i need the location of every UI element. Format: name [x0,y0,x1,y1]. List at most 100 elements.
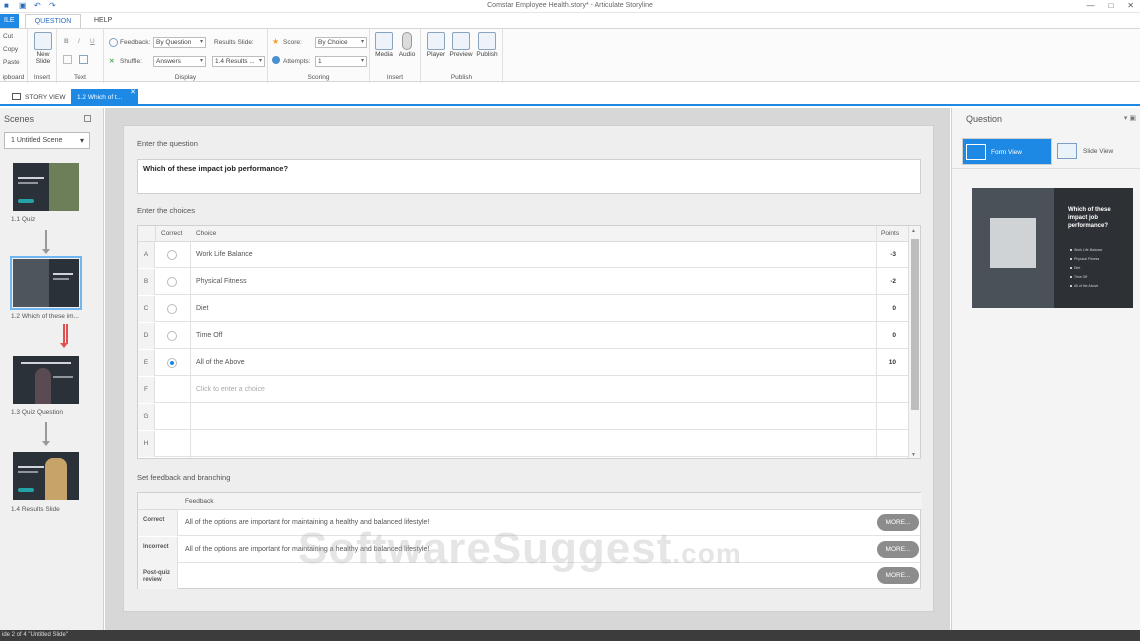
close-icon[interactable]: ✕ [1127,1,1134,10]
more-button[interactable]: MORE... [877,541,919,558]
choice-points[interactable]: -3 [890,251,896,258]
feedback-text[interactable]: All of the options are important for mai… [185,519,429,526]
choice-text[interactable]: Work Life Balance [196,251,253,258]
preview-photo [972,188,1054,308]
thumbnail-title [21,362,71,364]
choice-row[interactable]: C Diet 0 [138,296,908,322]
cut-button[interactable]: Cut [3,33,13,40]
attempts-dropdown[interactable]: 1 [315,56,367,67]
choice-text[interactable]: Time Off [196,332,222,339]
format-painter-icon[interactable] [79,55,88,64]
maximize-icon[interactable]: □ [1108,1,1113,10]
feedback-dropdown[interactable]: By Question [153,37,206,48]
question-section-label: Enter the question [137,139,198,148]
scroll-up-icon[interactable]: ▲ [911,228,916,234]
shuffle-dropdown[interactable]: Answers [153,56,206,67]
attempts-label: Attempts: [283,58,311,65]
panel-controls[interactable]: ▾ ▣ [1124,114,1136,122]
form-view-button[interactable]: Form View [962,138,1052,165]
thumbnail-button [18,199,34,203]
choice-points[interactable]: 0 [892,305,896,312]
feedback-row-label: Post-quiz review [138,563,178,589]
results-slide-label: Results Slide: [214,39,254,46]
choice-row[interactable]: E All of the Above 10 [138,350,908,376]
thumbnail-image [49,163,79,211]
feedback-text[interactable]: All of the options are important for mai… [185,546,429,553]
choice-placeholder[interactable]: Click to enter a choice [196,386,265,393]
choice-row[interactable]: A Work Life Balance -3 [138,242,908,268]
story-view-label: STORY VIEW [25,94,66,101]
slide-thumbnail[interactable] [13,452,79,500]
bold-button[interactable]: B [64,38,69,45]
tab-story-view[interactable]: STORY VIEW [6,89,71,106]
thumbnail-title [18,177,44,179]
italic-button[interactable]: I [78,38,80,45]
preview-icon [452,32,470,50]
choice-row[interactable]: B Physical Fitness -2 [138,269,908,295]
media-button[interactable]: Media [372,32,396,58]
choice-letter: H [138,431,155,457]
underline-button[interactable]: U [90,38,95,45]
tab-help[interactable]: HELP [86,14,120,28]
tab-question[interactable]: QUESTION [25,14,81,28]
more-button[interactable]: MORE... [877,567,919,584]
slide-tab-label: 1.2 Which of t... [77,94,123,101]
slide-thumbnail[interactable] [13,356,79,404]
player-button[interactable]: Player [424,32,448,58]
feedback-row-correct: Correct All of the options are important… [138,510,922,536]
preview-item: Time Off [1070,275,1102,279]
correct-radio[interactable] [167,331,177,341]
panel-pin-icon[interactable] [84,115,91,122]
choice-row-empty[interactable]: G [138,404,908,430]
new-slide-button[interactable]: New Slide [31,32,55,65]
scrollbar-thumb[interactable] [911,239,919,410]
choice-points[interactable]: 0 [892,332,896,339]
results-slide-dropdown[interactable]: 1.4 Results ... [212,56,265,67]
scroll-down-icon[interactable]: ▼ [911,452,916,458]
more-button[interactable]: MORE... [877,514,919,531]
slide-caption: 1.2 Which of these im... [11,313,79,320]
score-dropdown[interactable]: By Choice [315,37,367,48]
slide-thumbnail[interactable] [13,163,79,211]
thumbnail-person [45,458,67,500]
choice-points[interactable]: -2 [890,278,896,285]
minimize-icon[interactable]: — [1086,1,1094,10]
text-style-icon[interactable] [63,55,72,64]
preview-button[interactable]: Preview [449,32,473,58]
copy-button[interactable]: Copy [3,46,18,53]
thumbnail-title [53,273,73,275]
slide-view-button[interactable]: Slide View [1055,138,1140,165]
tab-file[interactable]: ILE [0,14,19,28]
choice-row[interactable]: D Time Off 0 [138,323,908,349]
choice-row-empty[interactable]: H [138,431,908,457]
feedback-row-review: Post-quiz review MORE... [138,563,922,589]
correct-radio[interactable] [167,277,177,287]
publish-button[interactable]: Publish [475,32,499,58]
microphone-icon [402,32,412,50]
choice-points[interactable]: 10 [889,359,896,366]
choices-header: Correct Choice Points [138,226,908,242]
form-view-icon [966,144,986,160]
title-bar: ■ ▣ ↶ ↷ Comstar Employee Health.story* -… [0,0,1140,13]
slide-view-icon [1057,143,1077,159]
question-input[interactable]: Which of these impact job performance? [137,159,921,194]
close-tab-icon[interactable]: ✕ [130,84,136,101]
choice-text[interactable]: Physical Fitness [196,278,247,285]
correct-radio[interactable] [167,250,177,260]
player-label: Player [426,51,446,58]
question-panel-header: Question [966,114,1003,124]
tab-current-slide[interactable]: 1.2 Which of t... ✕ [71,89,138,106]
slide-thumbnail-selected[interactable] [10,256,82,310]
correct-radio-selected[interactable] [167,358,177,368]
thumbnail-image [13,259,49,307]
paste-button[interactable]: Paste [3,59,20,66]
choice-text[interactable]: Diet [196,305,208,312]
audio-button[interactable]: Audio [395,32,419,58]
correct-radio[interactable] [167,304,177,314]
publish-group: Player Preview Publish Publish [421,29,503,83]
choice-row-empty[interactable]: F Click to enter a choice [138,377,908,403]
slide-preview[interactable]: Which of these impact job performance? W… [972,188,1133,308]
choices-scrollbar[interactable]: ▲ ▼ [908,226,920,458]
choice-text[interactable]: All of the Above [196,359,245,366]
scene-select[interactable]: 1 Untitled Scene [4,132,90,149]
